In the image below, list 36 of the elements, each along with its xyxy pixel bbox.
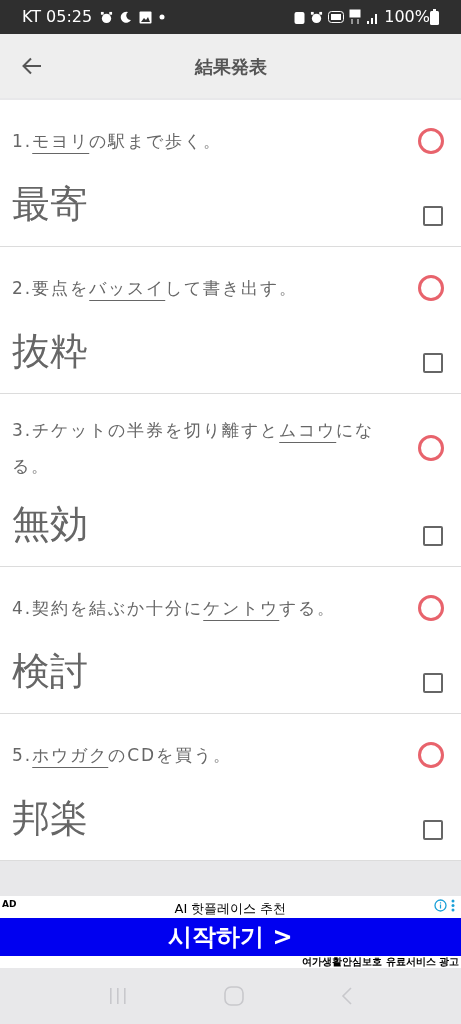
correct-circle-icon — [417, 127, 445, 155]
alarm-icon — [100, 10, 114, 24]
correct-circle-icon — [417, 741, 445, 769]
battery-percent: 100% — [384, 6, 430, 28]
ad-disclaimer: 여가생활안심보호 유료서비스 광고 — [302, 956, 459, 968]
answer-text: 最寄 — [12, 181, 89, 228]
dot-icon — [159, 14, 166, 20]
back-arrow-icon — [22, 57, 42, 75]
battery-icon — [430, 9, 439, 25]
screen-title: 結果発表 — [194, 54, 267, 79]
ad-headline: AI 핫플레이스 추천 — [174, 899, 287, 918]
question-text: 4.契約を結ぶか十分にケントウする。 — [12, 597, 338, 620]
moon-icon — [120, 11, 133, 23]
answer-text: 邦楽 — [12, 795, 89, 842]
question-text: 2.要点をバッスイ して書き出す。 — [12, 277, 300, 300]
status-time: KT 05:25 — [22, 6, 93, 28]
question-text: 5.ホウガク のCDを買う。 — [12, 744, 234, 767]
question-text: 1.モヨリ の駅まで歩く。 — [12, 130, 224, 153]
ad-label: AD — [2, 898, 17, 911]
alarm-icon — [310, 10, 324, 24]
image-icon — [139, 10, 153, 24]
ad-cta-button[interactable]: 시작하기 > — [0, 918, 461, 956]
correct-circle-icon — [417, 274, 445, 302]
more-icon[interactable] — [451, 899, 455, 912]
correct-circle-icon — [417, 594, 445, 622]
checkbox[interactable] — [423, 206, 443, 226]
info-icon[interactable] — [434, 899, 447, 912]
correct-circle-icon — [417, 434, 445, 462]
answer-text: 抜粋 — [12, 328, 89, 375]
answer-text: 検討 — [12, 648, 89, 695]
checkbox[interactable] — [423, 820, 443, 840]
question-text: 3.チケットの半券を切り離すと ムコウ になる。 — [12, 419, 376, 478]
answer-text: 無効 — [12, 501, 89, 548]
checkbox[interactable] — [423, 673, 443, 693]
checkbox[interactable] — [423, 526, 443, 546]
checkbox[interactable] — [423, 353, 443, 373]
